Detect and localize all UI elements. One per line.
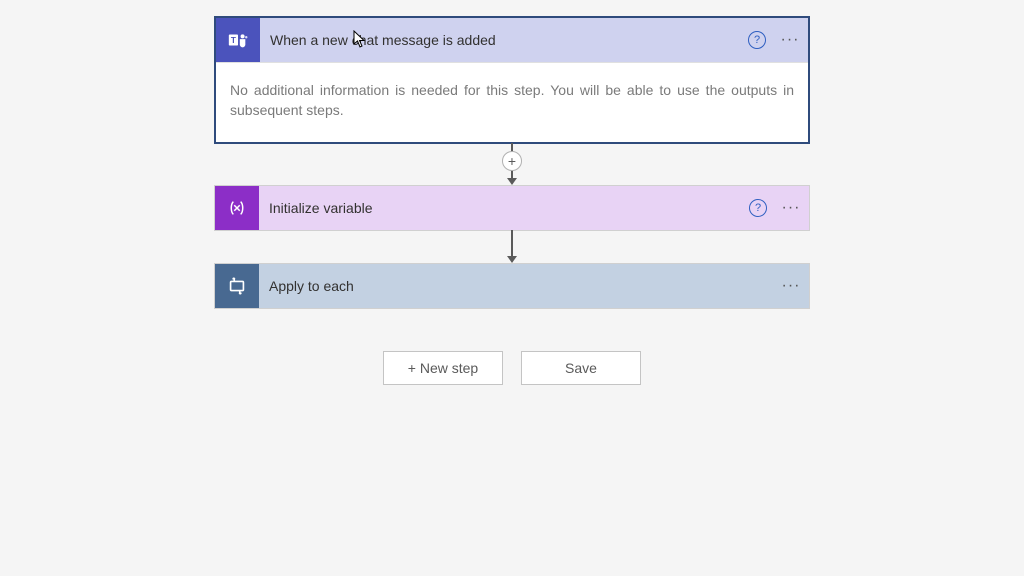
apply-icon xyxy=(215,264,259,308)
apply-title: Apply to each xyxy=(259,278,773,294)
trigger-title: When a new chat message is added xyxy=(260,32,748,48)
trigger-body: No additional information is needed for … xyxy=(216,62,808,142)
more-icon[interactable]: ··· xyxy=(772,18,808,62)
variable-icon xyxy=(215,186,259,230)
apply-header[interactable]: Apply to each ··· xyxy=(215,264,809,308)
footer-buttons: + New step Save xyxy=(383,351,641,385)
connector-1: + xyxy=(502,144,522,185)
apply-card: Apply to each ··· xyxy=(214,263,810,309)
more-icon[interactable]: ··· xyxy=(773,264,809,308)
new-step-button[interactable]: + New step xyxy=(383,351,503,385)
trigger-card: T When a new chat message is added ? ···… xyxy=(214,16,810,144)
connector-2 xyxy=(507,231,517,263)
save-button[interactable]: Save xyxy=(521,351,641,385)
help-icon[interactable]: ? xyxy=(749,199,767,217)
variable-card: Initialize variable ? ··· xyxy=(214,185,810,231)
variable-header[interactable]: Initialize variable ? ··· xyxy=(215,186,809,230)
svg-text:T: T xyxy=(231,36,236,45)
help-icon[interactable]: ? xyxy=(748,31,766,49)
teams-icon: T xyxy=(216,18,260,62)
more-icon[interactable]: ··· xyxy=(773,186,809,230)
trigger-header[interactable]: T When a new chat message is added ? ··· xyxy=(216,18,808,62)
variable-title: Initialize variable xyxy=(259,200,749,216)
add-step-button[interactable]: + xyxy=(502,151,522,171)
